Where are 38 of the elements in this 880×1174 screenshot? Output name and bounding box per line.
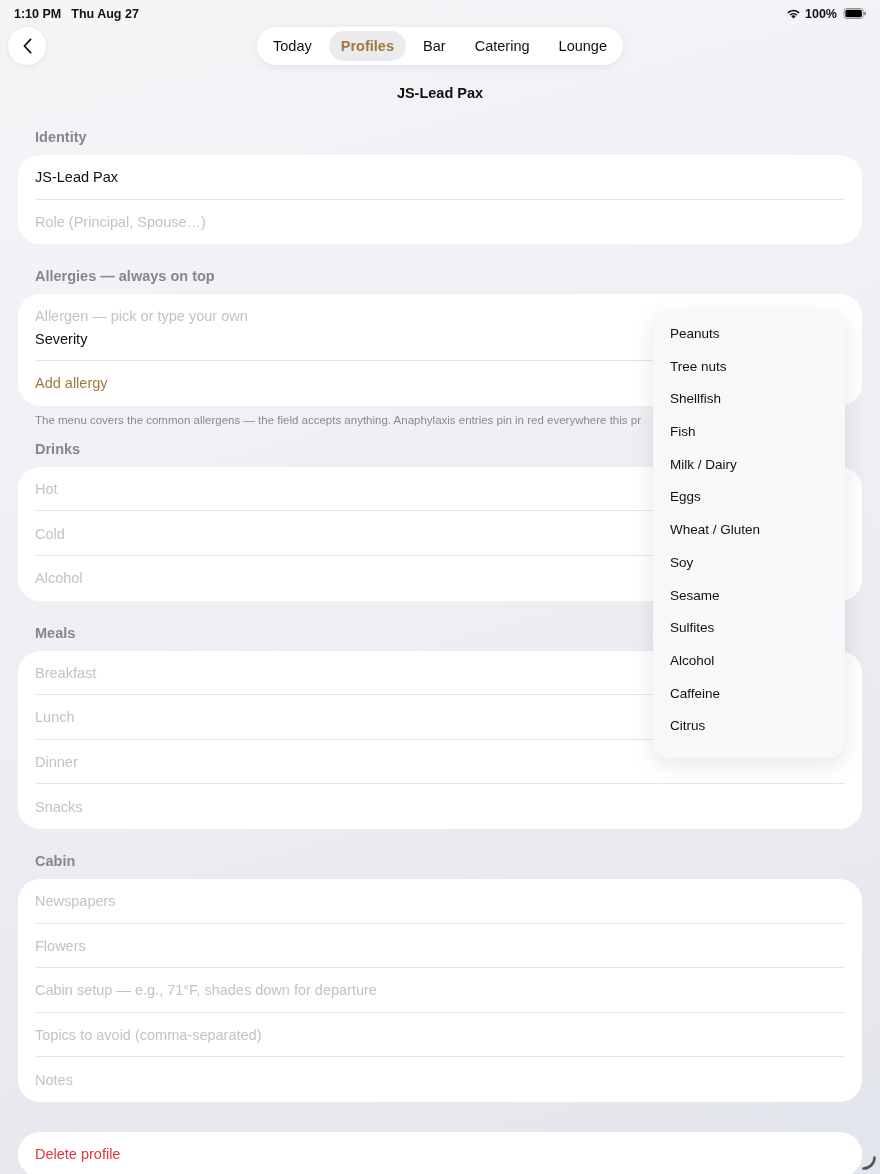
menu-item[interactable]: Wheat / Gluten bbox=[653, 513, 845, 546]
text-field[interactable]: JS-Lead Pax bbox=[18, 155, 862, 200]
status-time: 1:10 PM bbox=[14, 6, 62, 21]
back-button[interactable] bbox=[8, 27, 46, 65]
battery-icon bbox=[843, 8, 867, 19]
helper-text: The menu covers the common allergens — the field accepts anything. Anaphylaxis entries pin in red everywhere this pr bbox=[35, 412, 641, 427]
chevron-left-icon bbox=[22, 38, 32, 54]
text-field[interactable]: Topics to avoid (comma-separated) bbox=[18, 1012, 862, 1058]
menu-item[interactable]: Tree nuts bbox=[653, 349, 845, 383]
section-header: Identity bbox=[35, 128, 87, 147]
battery-percent: 100% bbox=[805, 6, 837, 21]
tab[interactable]: Lounge bbox=[546, 31, 619, 61]
text-field[interactable]: Cabin setup — e.g., 71°F, shades down for departure bbox=[18, 968, 862, 1013]
wifi-icon bbox=[786, 8, 801, 19]
section-header: Allergies — always on top bbox=[35, 267, 215, 287]
menu-item[interactable]: Fish bbox=[653, 415, 845, 448]
section-header: Meals bbox=[35, 623, 76, 643]
delete-profile-button[interactable]: Delete profile bbox=[18, 1131, 862, 1174]
allergen-field[interactable]: Allergen — pick or type your own bbox=[35, 306, 595, 327]
text-field[interactable]: Newspapers bbox=[18, 878, 862, 924]
menu-item[interactable]: Peanuts bbox=[653, 317, 845, 350]
status-date: Thu Aug 27 bbox=[71, 6, 139, 21]
text-field[interactable]: Role (Principal, Spouse…) bbox=[18, 199, 862, 245]
menu-item[interactable]: Sulfites bbox=[653, 611, 845, 645]
menu-item[interactable]: Eggs bbox=[653, 480, 845, 514]
text-field[interactable]: Snacks bbox=[18, 784, 862, 829]
page-title: JS-Lead Pax bbox=[396, 84, 484, 103]
text-field[interactable]: Flowers bbox=[18, 923, 862, 969]
tab[interactable]: Catering bbox=[462, 31, 542, 61]
resize-handle-icon[interactable] bbox=[862, 1156, 876, 1170]
tab[interactable]: Bar bbox=[411, 31, 458, 61]
severity-picker[interactable]: Severity bbox=[35, 329, 88, 350]
section-header: Cabin bbox=[35, 851, 76, 871]
tab[interactable]: Today bbox=[261, 31, 324, 61]
menu-item[interactable]: Shellfish bbox=[653, 382, 845, 416]
section-header: Drinks bbox=[35, 439, 81, 459]
text-field[interactable]: Notes bbox=[18, 1057, 862, 1102]
add-allergy-button[interactable]: Add allergy bbox=[35, 361, 108, 406]
